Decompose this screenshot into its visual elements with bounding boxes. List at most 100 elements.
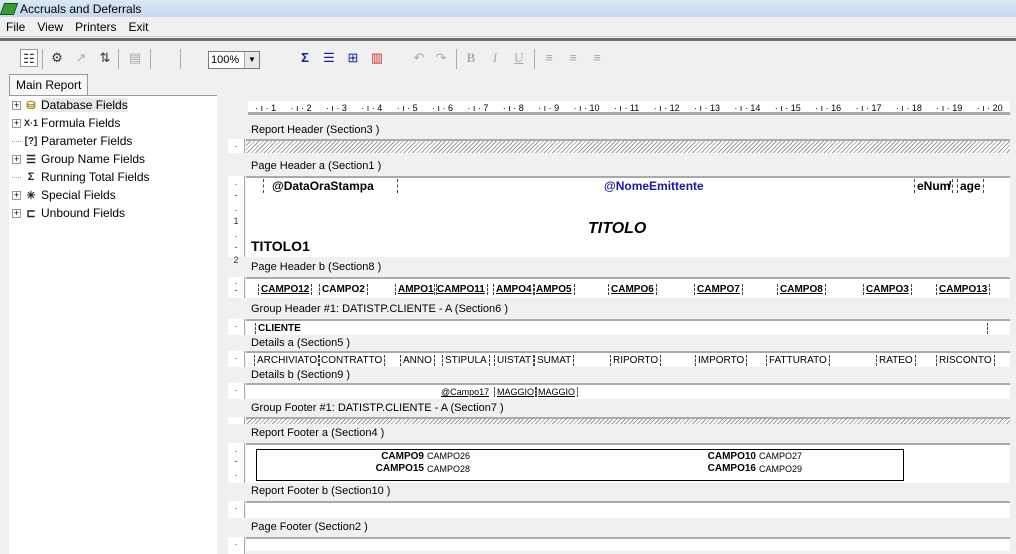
field-titolo1[interactable]: TITOLO1: [251, 238, 310, 254]
section-gutter[interactable]: .: [228, 319, 245, 335]
document-icon[interactable]: ▤: [126, 49, 144, 67]
detail-field[interactable]: ARCHIVIATO: [254, 355, 321, 366]
tree-item-formula-fields[interactable]: + X·1 Formula Fields: [12, 114, 120, 132]
tree-item-running-total-fields[interactable]: Σ Running Total Fields: [12, 168, 150, 186]
section-report-footer-b[interactable]: [246, 501, 1010, 518]
expand-icon[interactable]: +: [12, 208, 21, 218]
field-campo15[interactable]: CAMPO15: [366, 463, 424, 474]
sort-icon[interactable]: ⇅: [96, 49, 114, 67]
field-campo28[interactable]: CAMPO28: [427, 464, 470, 474]
column-header[interactable]: CAMPO13: [936, 284, 991, 295]
insert-subreport-icon[interactable]: ⚙: [48, 49, 66, 67]
section-group-header[interactable]: CLIENTE: [246, 319, 1010, 335]
redo-icon[interactable]: ↷: [432, 49, 450, 67]
detail-field[interactable]: RATEO: [876, 355, 916, 366]
section-gutter[interactable]: .-.: [228, 443, 245, 483]
section-label-page-footer[interactable]: Page Footer (Section2 ): [251, 518, 368, 536]
field-campo17[interactable]: @Campo17: [441, 387, 489, 397]
detail-field[interactable]: FATTURATO: [766, 355, 830, 366]
column-header[interactable]: CAMPO7: [694, 284, 743, 295]
sum-icon[interactable]: Σ: [296, 49, 314, 67]
detail-field[interactable]: RIPORTO: [610, 355, 662, 366]
expand-icon[interactable]: +: [12, 100, 21, 110]
field-campo16[interactable]: CAMPO16: [696, 463, 756, 474]
section-gutter[interactable]: .-.1.-2: [228, 176, 245, 265]
tree-item-database-fields[interactable]: + ⛁ Database Fields: [12, 96, 128, 114]
section-gutter[interactable]: [228, 417, 245, 424]
field-campo26[interactable]: CAMPO26: [427, 451, 470, 461]
bold-button[interactable]: B: [462, 49, 480, 67]
section-details-b[interactable]: @Campo17 MAGGIO MAGGIO: [246, 383, 1010, 399]
tree-item-group-name-fields[interactable]: + ☰ Group Name Fields: [12, 150, 145, 168]
column-header[interactable]: CAMPO6: [608, 284, 657, 295]
menu-printers[interactable]: Printers: [69, 20, 122, 34]
column-header[interactable]: AMPO1: [395, 284, 437, 295]
section-label-report-footer-a[interactable]: Report Footer a (Section4 ): [251, 424, 384, 442]
tab-main-report[interactable]: Main Report: [9, 74, 89, 95]
section-label-report-footer-b[interactable]: Report Footer b (Section10 ): [251, 482, 390, 500]
section-page-footer[interactable]: [246, 537, 1010, 551]
chevron-down-icon[interactable]: ▼: [244, 52, 259, 68]
detail-field[interactable]: SUMAT: [534, 355, 575, 366]
field-cliente[interactable]: CLIENTE: [255, 323, 988, 334]
section-gutter[interactable]: .: [228, 501, 245, 518]
column-header[interactable]: CAMPO8: [777, 284, 826, 295]
field-campo9[interactable]: CAMPO9: [372, 451, 424, 462]
section-report-footer-a[interactable]: CAMPO9 CAMPO26 CAMPO15 CAMPO28 CAMPO10 C…: [246, 443, 1010, 483]
undo-icon[interactable]: ↶: [410, 49, 428, 67]
section-details-a[interactable]: ARCHIVIATO CONTRATTO ANNO STIPULA UISTAT…: [246, 351, 1010, 367]
section-label-group-footer[interactable]: Group Footer #1: DATISTP.CLIENTE - A (Se…: [251, 399, 504, 417]
menu-view[interactable]: View: [31, 20, 69, 34]
detail-field[interactable]: IMPORTO: [695, 355, 748, 366]
section-label-report-header[interactable]: Report Header (Section3 ): [251, 121, 379, 139]
detail-field[interactable]: STIPULA: [442, 355, 490, 366]
underline-button[interactable]: U: [510, 49, 528, 67]
detail-field[interactable]: UISTAT: [494, 355, 535, 366]
field-titolo[interactable]: TITOLO: [588, 220, 646, 238]
detail-field[interactable]: ANNO: [400, 355, 435, 366]
section-gutter[interactable]: .-: [228, 277, 245, 298]
italic-button[interactable]: I: [486, 49, 504, 67]
column-header[interactable]: CAMPO12: [258, 284, 313, 295]
expand-icon[interactable]: +: [12, 118, 21, 128]
chart-icon[interactable]: ▥: [368, 49, 386, 67]
section-group-footer[interactable]: [246, 417, 1010, 424]
group-icon[interactable]: ☰: [320, 49, 338, 67]
detail-field[interactable]: CONTRATTO: [318, 355, 386, 366]
field-campo29[interactable]: CAMPO29: [759, 464, 802, 474]
section-gutter[interactable]: .: [228, 383, 245, 399]
section-label-page-header-a[interactable]: Page Header a (Section1 ): [251, 157, 381, 175]
column-header[interactable]: AMPO4: [493, 284, 535, 295]
section-label-group-header[interactable]: Group Header #1: DATISTP.CLIENTE - A (Se…: [251, 300, 508, 318]
field-slash[interactable]: /: [948, 179, 951, 193]
section-report-header[interactable]: [246, 139, 1010, 153]
section-label-details-b[interactable]: Details b (Section9 ): [251, 366, 350, 384]
section-label-details-a[interactable]: Details a (Section5 ): [251, 334, 350, 352]
menu-exit[interactable]: Exit: [122, 20, 154, 34]
toggle-field-tree-icon[interactable]: ☷: [20, 49, 38, 67]
section-gutter[interactable]: .: [228, 537, 245, 554]
align-left-icon[interactable]: ≡: [540, 49, 558, 67]
section-page-header-b[interactable]: CAMPO12 CAMPO2 AMPO1 CAMPO11 AMPO4 AMPO5…: [246, 277, 1010, 298]
tree-item-parameter-fields[interactable]: [?] Parameter Fields: [12, 132, 132, 150]
field-maggio[interactable]: MAGGIO: [494, 387, 538, 397]
section-gutter[interactable]: .: [228, 351, 245, 367]
section-gutter[interactable]: .: [228, 139, 245, 153]
field-total-pages[interactable]: age: [957, 179, 984, 193]
expand-icon[interactable]: +: [12, 154, 21, 164]
tree-item-special-fields[interactable]: + ✳ Special Fields: [12, 186, 116, 204]
arrow-icon[interactable]: ↗: [72, 49, 90, 67]
section-page-header-a[interactable]: @DataOraStampa @NomeEmittente eNum / age…: [246, 176, 1010, 257]
field-campo10[interactable]: CAMPO10: [696, 451, 756, 462]
field-data-ora-stampa[interactable]: @DataOraStampa: [263, 179, 398, 193]
insert-field-icon[interactable]: ⊞: [344, 49, 362, 67]
align-center-icon[interactable]: ≡: [564, 49, 582, 67]
field-maggio[interactable]: MAGGIO: [535, 387, 579, 397]
zoom-select[interactable]: 100% ▼: [208, 51, 260, 69]
column-header[interactable]: CAMPO3: [863, 284, 912, 295]
expand-icon[interactable]: +: [12, 190, 21, 200]
column-header[interactable]: CAMPO2: [319, 284, 368, 295]
tree-item-unbound-fields[interactable]: + ⊏ Unbound Fields: [12, 204, 125, 222]
section-label-page-header-b[interactable]: Page Header b (Section8 ): [251, 258, 381, 276]
field-campo27[interactable]: CAMPO27: [759, 451, 802, 461]
